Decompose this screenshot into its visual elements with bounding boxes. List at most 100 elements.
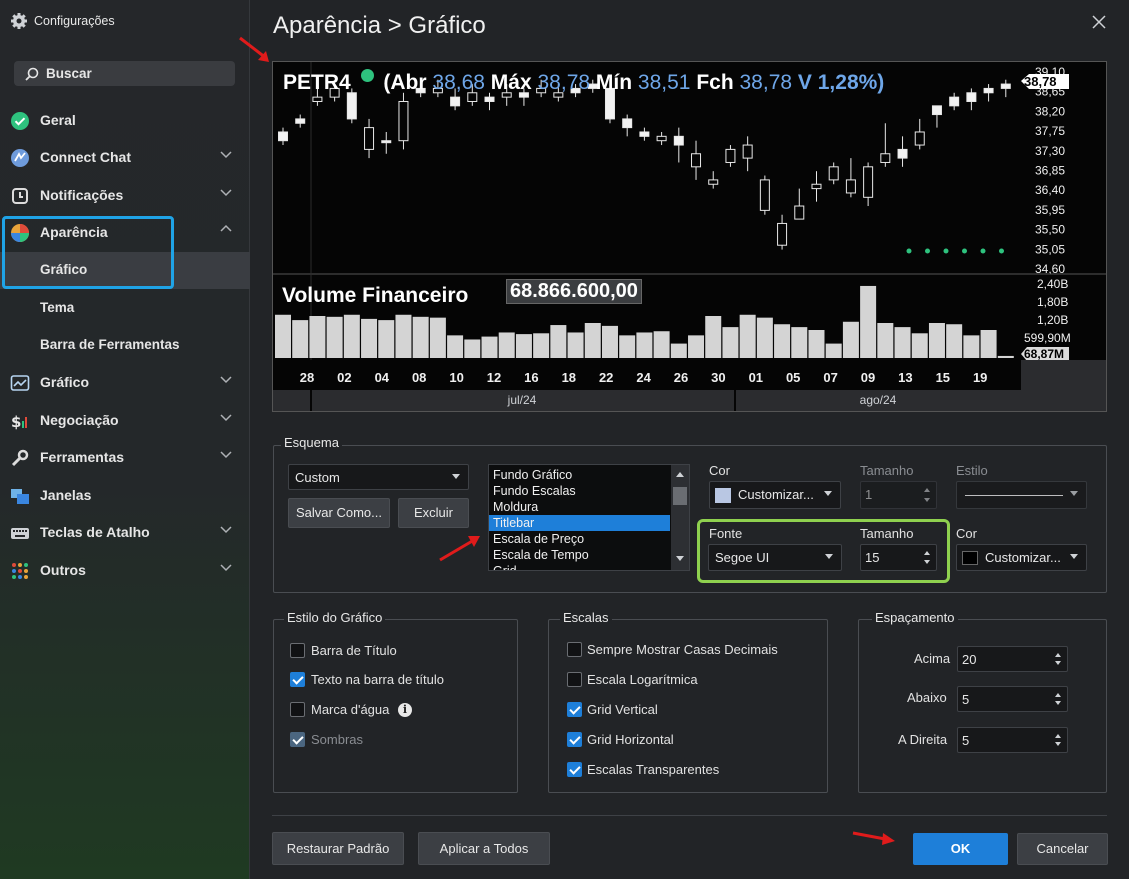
scroll-up-icon[interactable]: [676, 472, 684, 477]
sidebar-item-teclas-atalho[interactable]: Teclas de Atalho: [0, 514, 250, 551]
checkbox-label: Escalas Transparentes: [587, 762, 720, 777]
candle-body: [966, 92, 977, 102]
sidebar-item-outros[interactable]: Outros: [0, 552, 250, 589]
list-item[interactable]: Fundo Escalas: [489, 483, 670, 499]
volume-bar: [636, 332, 653, 358]
checkbox-barra-titulo[interactable]: [290, 643, 305, 658]
month-label: jul/24: [507, 393, 537, 407]
sidebar-item-notificacoes[interactable]: Notificações: [0, 177, 250, 214]
checkbox-escalas-transparentes[interactable]: [567, 762, 582, 777]
volume-bar: [533, 333, 550, 358]
wrench-icon: [11, 449, 29, 467]
list-item[interactable]: Fundo Gráfico: [489, 467, 670, 483]
tamanho-stepper[interactable]: 1: [860, 481, 937, 509]
info-icon[interactable]: i: [398, 703, 412, 717]
abr-label: (Abr: [383, 71, 427, 94]
checkbox-grid-vertical[interactable]: [567, 702, 582, 717]
fonte-tamanho-stepper[interactable]: 15: [860, 544, 937, 571]
sidebar-item-ferramentas[interactable]: Ferramentas: [0, 439, 250, 476]
volume-bar: [515, 334, 532, 358]
volume-bar: [326, 316, 343, 358]
dollar-icon: $: [11, 413, 27, 431]
chevron-down-icon: [1070, 491, 1078, 496]
list-item[interactable]: Escala de Preço: [489, 531, 670, 547]
list-item[interactable]: Escala de Tempo: [489, 547, 670, 563]
save-as-button[interactable]: Salvar Como...: [288, 498, 390, 528]
checkbox-grid-horizontal[interactable]: [567, 732, 582, 747]
candle-body: [484, 96, 495, 102]
fonte-label: Fonte: [709, 526, 743, 541]
checkbox-texto-barra[interactable]: [290, 672, 305, 687]
candle: [622, 114, 633, 137]
sidebar-item-geral[interactable]: Geral: [0, 102, 250, 139]
estilo-label: Estilo: [956, 463, 988, 478]
acima-stepper[interactable]: 20: [957, 646, 1068, 672]
abaixo-stepper[interactable]: 5: [957, 686, 1068, 712]
sidebar-item-grafico[interactable]: Gráfico: [0, 364, 250, 401]
volume-bar: [791, 327, 808, 358]
checkbox-marca-dagua[interactable]: [290, 702, 305, 717]
checkbox-label: Escala Logarítmica: [587, 672, 698, 687]
sidebar-item-janelas[interactable]: Janelas: [0, 477, 250, 514]
restore-default-button[interactable]: Restaurar Padrão: [272, 832, 404, 865]
svg-text:$: $: [11, 413, 21, 431]
volume-bar: [343, 314, 360, 358]
list-item[interactable]: Titlebar: [489, 515, 670, 531]
direita-stepper[interactable]: 5: [957, 727, 1068, 753]
chevron-down-icon: [824, 491, 832, 496]
time-tick-label: 16: [524, 370, 538, 385]
signal-dot: [962, 248, 967, 254]
chevron-down-icon: [220, 564, 232, 572]
time-tick-label: 05: [786, 370, 800, 385]
candle-body: [983, 87, 994, 94]
cancel-button[interactable]: Cancelar: [1017, 833, 1108, 865]
sidebar-item-label: Tema: [40, 300, 75, 315]
candle-body: [1000, 83, 1011, 89]
volume-bar: [275, 314, 291, 358]
tamanho-label: Tamanho: [860, 463, 914, 478]
time-tick-label: 30: [711, 370, 725, 385]
apply-all-button[interactable]: Aplicar a Todos: [418, 832, 550, 865]
candlestick-chart: 28 02 04 08 10 12 16 18 22 24 26 30 01 05 07 09 13 15 19 ju…: [273, 62, 1021, 411]
search-input[interactable]: Buscar: [14, 61, 235, 86]
chevron-down-icon: [452, 474, 460, 479]
time-tick-label: 02: [337, 370, 351, 385]
cor-select[interactable]: Customizar...: [709, 481, 841, 509]
schema-preset-select[interactable]: Custom: [288, 464, 469, 490]
ok-button[interactable]: OK: [913, 833, 1008, 865]
schema-title: Esquema: [281, 435, 342, 450]
sidebar-subitem-barra-ferramentas[interactable]: Barra de Ferramentas: [0, 327, 250, 364]
candle-body: [656, 135, 667, 142]
volume-bar: [412, 316, 429, 358]
candle-body: [742, 144, 753, 159]
sidebar-item-label: Teclas de Atalho: [40, 524, 150, 540]
scroll-thumb[interactable]: [673, 487, 687, 505]
time-tick-label: 10: [449, 370, 463, 385]
estilo-select[interactable]: [956, 481, 1087, 509]
scrollbar[interactable]: [671, 465, 689, 570]
acima-label: Acima: [914, 651, 951, 666]
checkbox-label: Texto na barra de título: [311, 672, 444, 687]
element-list[interactable]: Fundo Gráfico Fundo Escalas Moldura Titleba…: [488, 464, 690, 571]
sidebar-item-negociacao[interactable]: $ Negociação: [0, 402, 250, 439]
fonte-tamanho-label: Tamanho: [860, 526, 914, 541]
check-circle-icon: [11, 112, 29, 130]
list-item[interactable]: Moldura: [489, 499, 670, 515]
delete-button[interactable]: Excluir: [398, 498, 469, 528]
volume-bar: [550, 325, 567, 358]
fonte-select[interactable]: Segoe UI: [708, 544, 842, 571]
chevron-down-icon: [220, 451, 232, 459]
checkbox-casas-decimais[interactable]: [567, 642, 582, 657]
list-item[interactable]: Grid: [489, 563, 670, 570]
volume-bar: [688, 335, 705, 358]
sidebar-subitem-tema[interactable]: Tema: [0, 290, 250, 327]
close-icon[interactable]: [1089, 12, 1109, 32]
sidebar-item-connect-chat[interactable]: Connect Chat: [0, 139, 250, 176]
fonte-cor-select[interactable]: Customizar...: [956, 544, 1087, 571]
scroll-down-icon[interactable]: [676, 556, 684, 561]
candle-body: [949, 96, 960, 107]
checkbox-escala-log[interactable]: [567, 672, 582, 687]
volume-bar: [774, 324, 791, 358]
volume-bar: [395, 314, 412, 358]
price-scale: 39,10 38,65 38,20 37,75 37,30 36,85 36,40 35,95…: [1021, 61, 1107, 412]
